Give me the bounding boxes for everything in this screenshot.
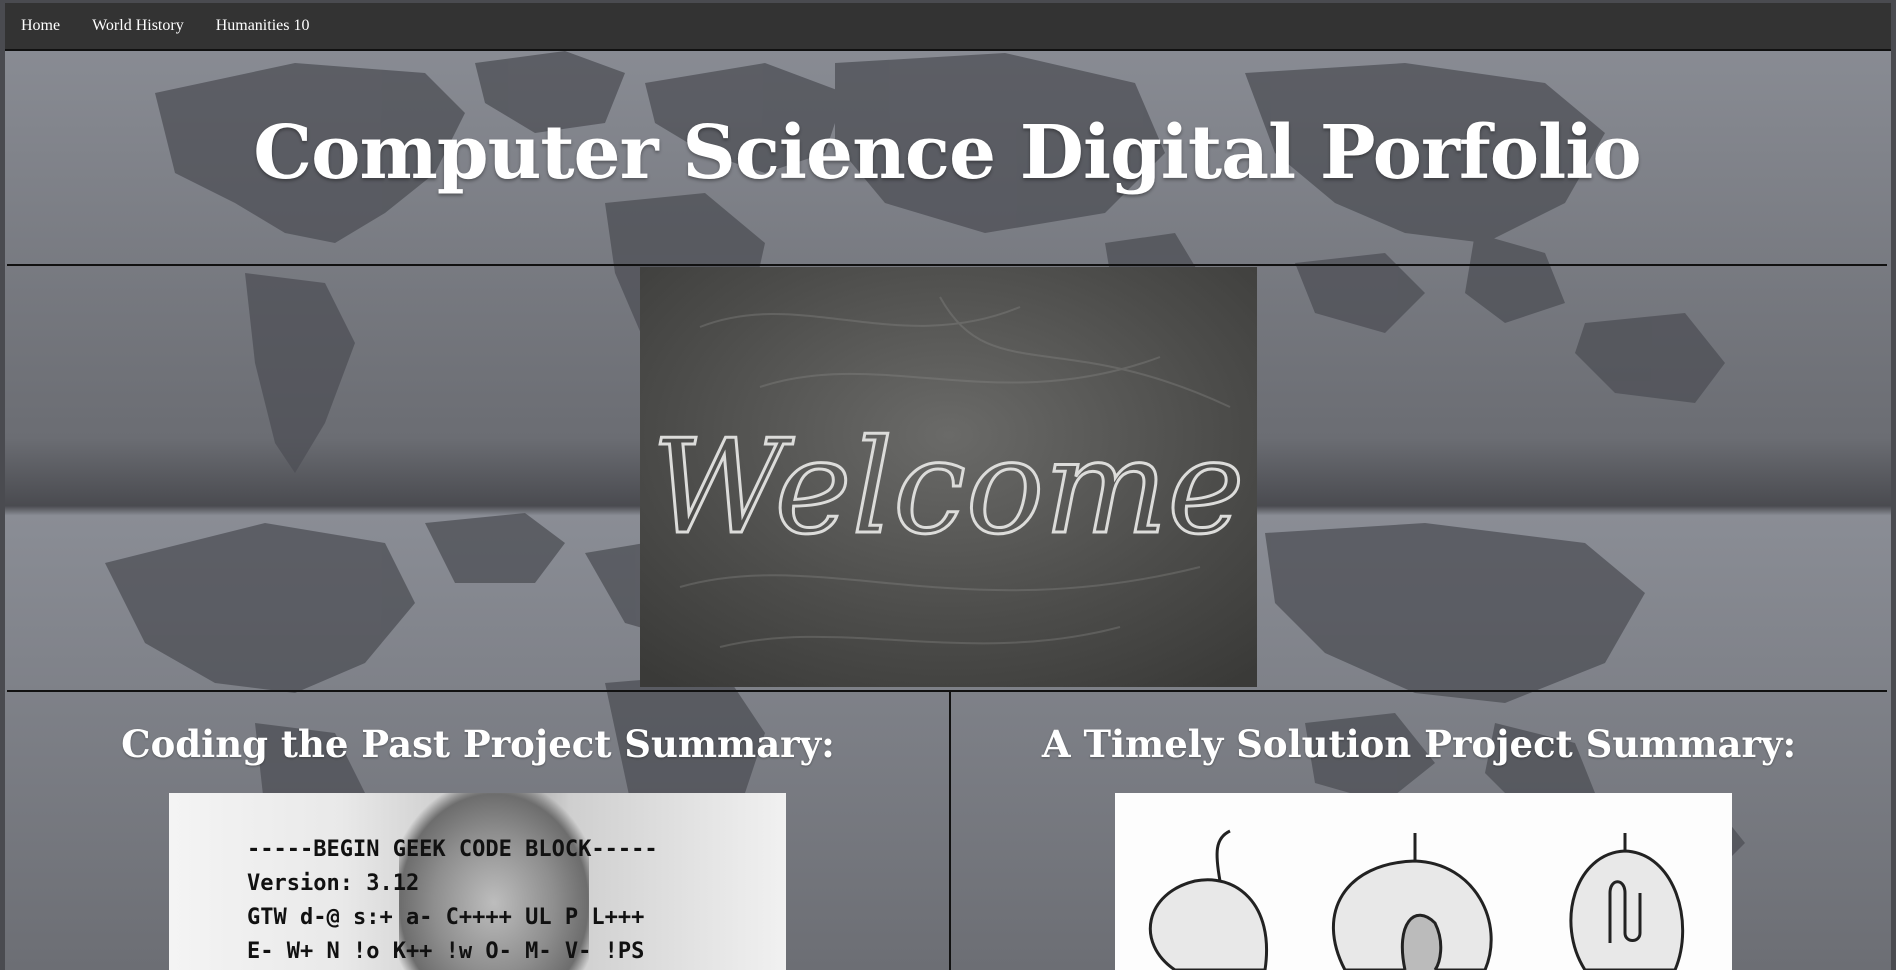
- project-title-coding-the-past: Coding the Past Project Summary:: [121, 722, 835, 766]
- project-title-timely-solution: A Timely Solution Project Summary:: [1041, 722, 1797, 766]
- project-coding-the-past: Coding the Past Project Summary: -----BE…: [7, 692, 951, 970]
- top-navbar: Home World History Humanities 10: [5, 3, 1891, 51]
- geek-code-image: -----BEGIN GEEK CODE BLOCK----- Version: …: [169, 793, 786, 970]
- geek-code-line: -----BEGIN GEEK CODE BLOCK-----: [247, 837, 658, 862]
- project-timely-solution: A Timely Solution Project Summary:: [951, 692, 1887, 970]
- welcome-text: Welcome: [652, 411, 1245, 563]
- geek-code-block: -----BEGIN GEEK CODE BLOCK----- Version: …: [247, 833, 658, 969]
- geek-code-line: Version: 3.12: [247, 871, 420, 896]
- page-frame: Home World History Humanities 10 Compute…: [5, 3, 1891, 970]
- nav-world-history-link[interactable]: World History: [76, 17, 200, 35]
- welcome-chalkboard-image: Welcome: [640, 267, 1257, 687]
- welcome-section: Welcome: [7, 266, 1887, 692]
- geek-code-line: E- W+ N !o K++ !w O- M- V- !PS: [247, 939, 645, 964]
- geek-code-line: GTW d-@ s:+ a- C++++ UL P L+++: [247, 905, 645, 930]
- light-bulbs-image: [1115, 793, 1732, 970]
- page-title: Computer Science Digital Porfolio: [253, 109, 1641, 196]
- nav-humanities-10-link[interactable]: Humanities 10: [200, 17, 326, 35]
- header-banner: Computer Science Digital Porfolio: [7, 51, 1887, 266]
- projects-section: Coding the Past Project Summary: -----BE…: [7, 692, 1887, 970]
- nav-home-link[interactable]: Home: [5, 17, 76, 35]
